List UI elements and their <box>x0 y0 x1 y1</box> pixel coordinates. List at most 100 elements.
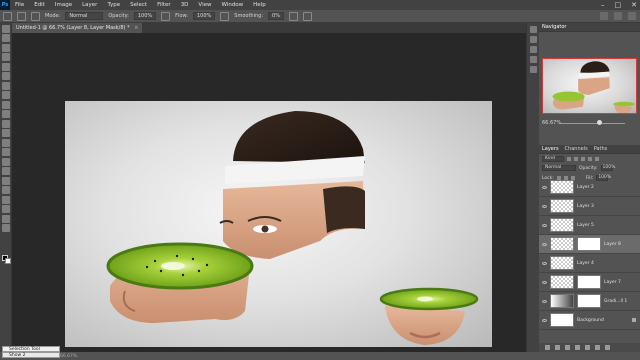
clone-stamp-tool-icon[interactable] <box>2 110 10 118</box>
blend-mode-select[interactable]: Normal <box>542 165 576 171</box>
tab-channels[interactable]: Channels <box>565 146 588 152</box>
layer-style-icon[interactable] <box>555 345 560 350</box>
quick-select-tool-icon[interactable] <box>2 53 10 61</box>
layer-opacity-field[interactable]: 100% <box>600 165 615 171</box>
eraser-tool-icon[interactable] <box>2 129 10 137</box>
canvas-workspace[interactable] <box>12 33 526 352</box>
swatches-panel-icon[interactable] <box>530 56 537 63</box>
background-color-swatch[interactable] <box>5 258 11 264</box>
hand-tool-icon[interactable] <box>2 205 10 213</box>
navigator-thumbnail[interactable] <box>542 58 637 114</box>
tab-layers[interactable]: Layers <box>542 146 559 152</box>
airbrush-icon[interactable] <box>220 11 230 21</box>
close-button[interactable]: ✕ <box>631 1 637 9</box>
adjustment-layer-icon[interactable] <box>575 345 580 350</box>
visibility-eye-icon[interactable] <box>542 204 547 208</box>
menu-layer[interactable]: Layer <box>77 0 102 10</box>
menu-select[interactable]: Select <box>125 0 152 10</box>
history-panel-icon[interactable] <box>530 26 537 33</box>
pressure-opacity-icon[interactable] <box>161 11 171 21</box>
layer-row-layer-5[interactable]: Layer 5 <box>539 216 640 235</box>
new-layer-icon[interactable] <box>595 345 600 350</box>
shape-tool-icon[interactable] <box>2 195 10 204</box>
menu-help[interactable]: Help <box>248 0 271 10</box>
properties-panel-icon[interactable] <box>530 36 537 43</box>
marquee-tool-icon[interactable] <box>2 34 10 42</box>
layer-mask-thumbnail[interactable] <box>577 275 601 289</box>
menu-window[interactable]: Window <box>216 0 248 10</box>
kind-filter-select[interactable]: Kind <box>542 155 564 162</box>
tab-paths[interactable]: Paths <box>594 146 608 152</box>
menu-file[interactable]: File <box>10 0 29 10</box>
adjustments-panel-icon[interactable] <box>530 66 537 73</box>
type-filter-icon[interactable] <box>581 156 585 161</box>
shape-filter-icon[interactable] <box>588 156 592 161</box>
layer-row-background[interactable]: Background <box>539 311 640 330</box>
brush-size-icon[interactable] <box>17 11 26 21</box>
healing-brush-tool-icon[interactable] <box>2 91 10 99</box>
layer-row-layer-4[interactable]: Layer 4 <box>539 254 640 273</box>
gradient-tool-icon[interactable] <box>2 138 10 147</box>
lasso-tool-icon[interactable] <box>2 43 10 52</box>
minimize-button[interactable]: – <box>601 1 605 9</box>
document-tab[interactable]: Untitled-1 @ 66.7% (Layer 8, Layer Mask/… <box>12 23 143 33</box>
zoom-tool-icon[interactable] <box>2 214 10 223</box>
mode-select[interactable]: Normal <box>65 12 104 20</box>
visibility-eye-icon[interactable] <box>542 242 547 246</box>
dodge-tool-icon[interactable] <box>2 157 10 166</box>
pressure-size-icon[interactable] <box>302 11 312 21</box>
type-tool-icon[interactable] <box>2 176 10 185</box>
search-icon[interactable] <box>600 12 608 20</box>
navigator-zoom-handle[interactable] <box>597 120 602 125</box>
frame-tool-icon[interactable] <box>2 72 10 80</box>
maximize-button[interactable]: □ <box>615 1 622 9</box>
group-icon[interactable] <box>585 345 590 350</box>
menu-3d[interactable]: 3D <box>176 0 194 10</box>
visibility-eye-icon[interactable] <box>542 185 547 189</box>
adjustment-filter-icon[interactable] <box>574 156 578 161</box>
menu-image[interactable]: Image <box>50 0 77 10</box>
share-icon[interactable] <box>628 12 636 20</box>
layer-row-layer-7[interactable]: Layer 7 <box>539 273 640 292</box>
brush-preset-icon[interactable] <box>3 11 12 21</box>
flow-field[interactable]: 100% <box>193 12 216 20</box>
visibility-eye-icon[interactable] <box>542 299 547 303</box>
path-select-tool-icon[interactable] <box>2 186 10 194</box>
pen-tool-icon[interactable] <box>2 167 10 175</box>
tab-navigator[interactable]: Navigator <box>542 24 566 30</box>
layer-mask-thumbnail[interactable] <box>577 294 601 308</box>
visibility-eye-icon[interactable] <box>542 280 547 284</box>
layer-row-layer-2[interactable]: Layer 2 <box>539 178 640 197</box>
add-mask-icon[interactable] <box>565 345 570 350</box>
opacity-field[interactable]: 100% <box>133 12 157 20</box>
color-panel-icon[interactable] <box>530 46 537 53</box>
more-tools-icon[interactable] <box>2 224 10 232</box>
close-tab-icon[interactable]: × <box>134 25 138 31</box>
menu-view[interactable]: View <box>193 0 216 10</box>
menu-edit[interactable]: Edit <box>29 0 50 10</box>
layer-row-gradient-fill[interactable]: Gradi...ll 1 <box>539 292 640 311</box>
layer-row-layer-3[interactable]: Layer 3 <box>539 197 640 216</box>
smoothing-field[interactable]: 0% <box>268 12 284 20</box>
workspace-icon[interactable] <box>614 12 622 20</box>
trash-icon[interactable] <box>605 345 610 350</box>
move-tool-icon[interactable] <box>2 24 10 33</box>
visibility-eye-icon[interactable] <box>542 318 547 322</box>
menu-type[interactable]: Type <box>102 0 125 10</box>
brush-tool-icon[interactable] <box>2 100 10 109</box>
brush-settings-icon[interactable] <box>31 11 40 21</box>
visibility-eye-icon[interactable] <box>542 223 547 227</box>
history-brush-tool-icon[interactable] <box>2 119 10 128</box>
document-canvas[interactable] <box>65 101 492 347</box>
visibility-eye-icon[interactable] <box>542 261 547 265</box>
link-layers-icon[interactable] <box>545 345 550 350</box>
navigator-zoom-slider[interactable] <box>559 123 625 124</box>
menu-filter[interactable]: Filter <box>152 0 176 10</box>
smart-object-filter-icon[interactable] <box>595 156 599 161</box>
smoothing-gear-icon[interactable] <box>288 11 298 21</box>
crop-tool-icon[interactable] <box>2 62 10 71</box>
layer-mask-thumbnail[interactable] <box>577 237 601 251</box>
blur-tool-icon[interactable] <box>2 148 10 156</box>
layer-row-layer-8[interactable]: Layer 8 <box>539 235 640 254</box>
eyedropper-tool-icon[interactable] <box>2 81 10 90</box>
